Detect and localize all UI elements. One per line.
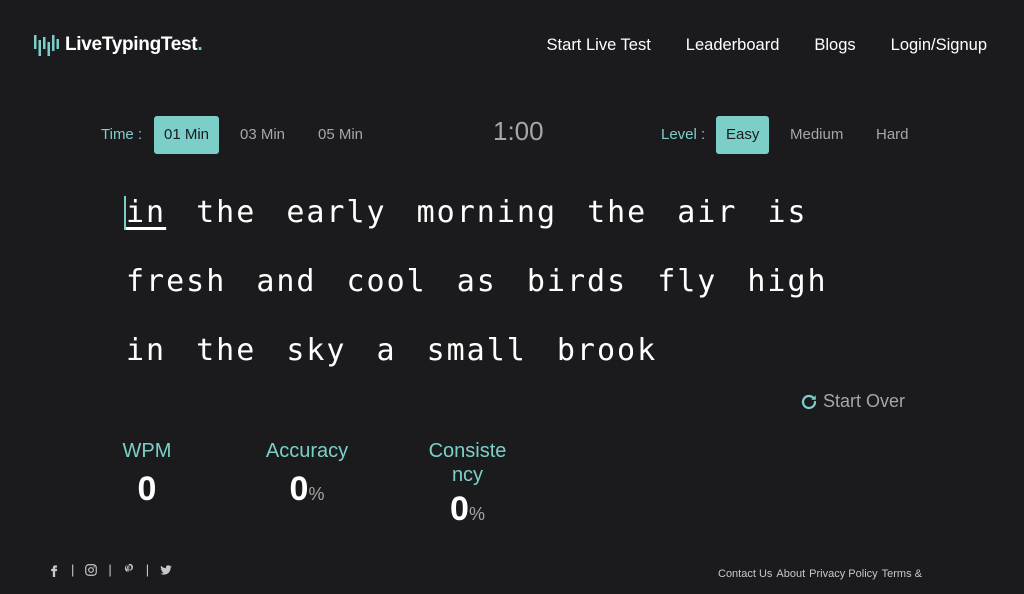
consistency-label-line2: ncy: [451, 464, 484, 486]
test-controls: Time : 01 Min 03 Min 05 Min 1:00 Level :…: [0, 116, 1024, 154]
level-option-medium[interactable]: Medium: [780, 116, 853, 154]
accuracy-value: 0: [289, 470, 309, 508]
footer-link-contact-us[interactable]: Contact Us: [718, 568, 772, 580]
nav-leaderboard[interactable]: Leaderboard: [686, 36, 780, 55]
word: in: [126, 333, 167, 368]
word: sky: [286, 333, 347, 368]
footer-links: Contact Us About Privacy Policy Terms &: [718, 568, 926, 580]
consistency-value: 0: [450, 490, 469, 528]
word: the: [196, 195, 257, 230]
level-option-hard[interactable]: Hard: [866, 116, 919, 154]
accuracy-stat: Accuracy 0%: [258, 439, 356, 514]
separator: |: [108, 562, 112, 577]
word: as: [456, 264, 497, 299]
footer-link-privacy-policy[interactable]: Privacy Policy: [809, 568, 877, 580]
start-over-button[interactable]: Start Over: [800, 391, 905, 412]
facebook-icon[interactable]: [47, 563, 61, 577]
wpm-stat: WPM 0: [118, 439, 176, 509]
word: and: [256, 264, 317, 299]
text-line: in the early morning the air is: [126, 190, 926, 259]
social-links: | | |: [47, 562, 173, 577]
word: small: [426, 333, 527, 368]
logo-dot: .: [197, 34, 203, 55]
word: is: [767, 195, 808, 230]
separator: |: [71, 562, 75, 577]
separator: |: [145, 562, 150, 577]
logo-icon: [34, 35, 59, 56]
logo[interactable]: LiveTypingTest.: [33, 31, 203, 59]
consistency-label-line1: Consiste: [428, 440, 507, 462]
level-option-easy[interactable]: Easy: [716, 116, 770, 154]
twitter-icon[interactable]: [159, 563, 173, 577]
text-line: fresh and cool as birds fly high: [126, 259, 926, 328]
word: a: [376, 333, 397, 368]
countdown-timer: 1:00: [493, 116, 544, 146]
consistency-unit: %: [468, 504, 485, 524]
time-option-03-min[interactable]: 03 Min: [230, 116, 295, 154]
word: birds: [526, 264, 628, 299]
word: fly: [657, 264, 718, 299]
word: fresh: [126, 264, 227, 299]
accuracy-value-wrap: 0%: [258, 469, 356, 514]
text-line: in the sky a small brook: [126, 328, 926, 397]
start-over-label: Start Over: [823, 391, 906, 411]
level-label: Level :: [661, 126, 706, 143]
consistency-stat: Consiste ncy 0%: [420, 439, 515, 534]
time-option-01-min[interactable]: 01 Min: [154, 116, 220, 154]
footer-link-terms[interactable]: Terms &: [882, 568, 922, 580]
consistency-value-wrap: 0%: [420, 489, 515, 534]
word: high: [747, 264, 828, 299]
nav-start-live-test[interactable]: Start Live Test: [547, 36, 651, 55]
pinterest-icon[interactable]: [122, 563, 136, 577]
word: cool: [346, 264, 427, 299]
time-label: Time :: [101, 126, 143, 143]
word: air: [677, 195, 738, 230]
word: the: [587, 195, 648, 230]
instagram-icon[interactable]: [84, 563, 98, 577]
text-caret: [124, 196, 126, 230]
time-option-05-min[interactable]: 05 Min: [308, 116, 373, 154]
current-word: in: [126, 195, 167, 230]
word: morning: [416, 195, 558, 230]
logo-text: LiveTypingTest: [65, 34, 198, 55]
footer-link-about[interactable]: About: [776, 568, 805, 580]
word: brook: [556, 333, 658, 368]
nav-blogs[interactable]: Blogs: [814, 36, 855, 55]
word: the: [196, 333, 257, 368]
wpm-label: WPM: [122, 440, 172, 462]
typing-text-area[interactable]: in the early morning the air is fresh and cool as…: [124, 190, 926, 397]
refresh-icon: [801, 394, 817, 409]
nav-login-signup[interactable]: Login/Signup: [891, 36, 987, 55]
main-nav: Start Live Test Leaderboard Blogs Login/…: [547, 36, 987, 55]
accuracy-unit: %: [308, 484, 325, 504]
word: early: [286, 195, 387, 230]
wpm-value: 0: [137, 470, 157, 508]
accuracy-label: Accuracy: [265, 440, 349, 462]
